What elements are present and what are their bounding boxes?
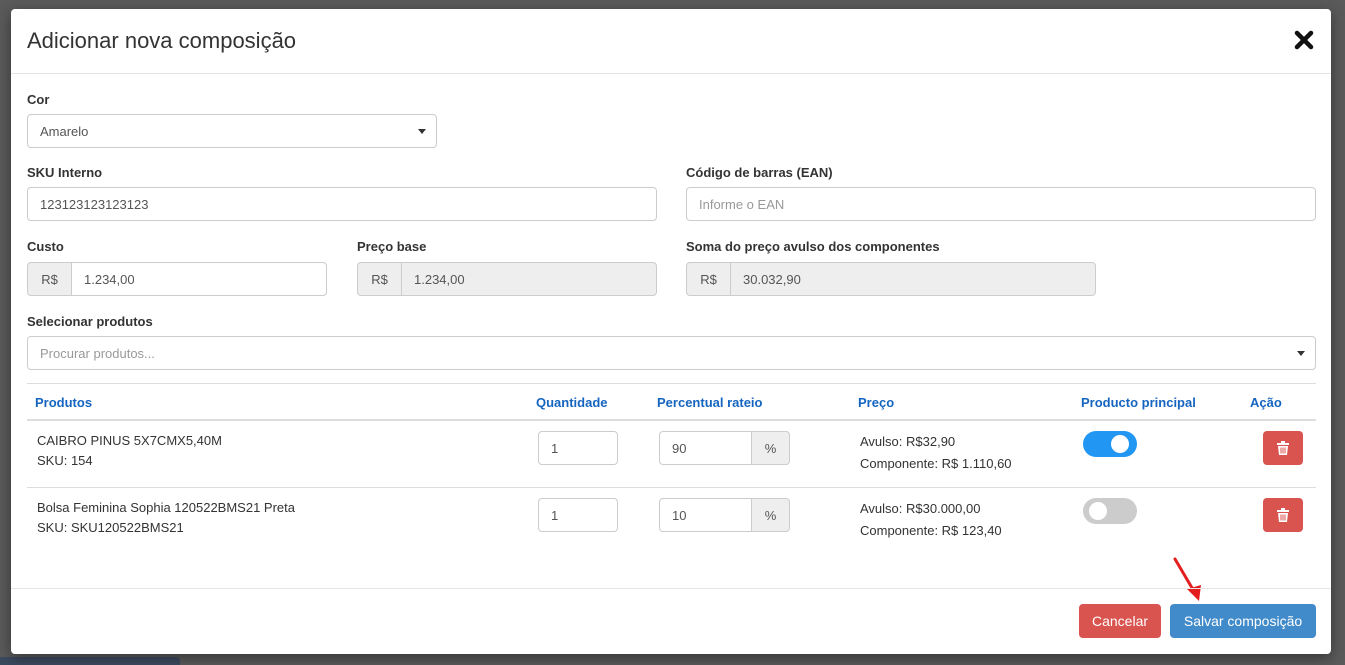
th-quantidade: Quantidade <box>536 395 608 410</box>
produtos-search-select[interactable]: Procurar produtos... <box>27 336 1316 370</box>
composition-modal: Adicionar nova composição Cor Amarelo SK… <box>11 9 1331 654</box>
percentual-input[interactable]: 90 <box>659 431 752 465</box>
principal-toggle[interactable] <box>1083 431 1137 457</box>
percentual-input-group[interactable]: 10 % <box>659 498 790 532</box>
row-price-cell: Avulso: R$30.000,00 Componente: R$ 123,4… <box>860 498 1002 542</box>
product-sku: SKU: SKU120522BMS21 <box>37 520 184 535</box>
toggle-knob <box>1111 435 1129 453</box>
chevron-down-icon <box>418 129 426 134</box>
modal-footer: Cancelar Salvar composição <box>11 588 1331 654</box>
row-product-cell: Bolsa Feminina Sophia 120522BMS21 Preta … <box>37 498 295 538</box>
custo-input[interactable]: 1.234,00 <box>71 262 327 296</box>
th-produtos: Produtos <box>35 395 93 410</box>
produtos-label: Selecionar produtos <box>27 314 153 329</box>
table-row: Bolsa Feminina Sophia 120522BMS21 Preta … <box>27 488 1316 555</box>
trash-icon <box>1277 441 1289 455</box>
custo-label: Custo <box>27 239 64 254</box>
cor-select-value: Amarelo <box>40 123 89 139</box>
save-composition-button[interactable]: Salvar composição <box>1170 604 1316 638</box>
sku-input[interactable]: 123123123123123 <box>27 187 657 221</box>
product-name: CAIBRO PINUS 5X7CMX5,40M <box>37 433 222 448</box>
components-table: Produtos Quantidade Percentual rateio Pr… <box>27 383 1316 555</box>
soma-currency-addon: R$ <box>686 262 730 296</box>
custo-currency-addon: R$ <box>27 262 71 296</box>
custo-input-group[interactable]: R$ 1.234,00 <box>27 262 327 296</box>
soma-input: 30.032,90 <box>730 262 1096 296</box>
delete-button[interactable] <box>1263 498 1303 532</box>
product-sku: SKU: 154 <box>37 453 93 468</box>
percent-addon: % <box>752 431 790 465</box>
cor-label: Cor <box>27 92 50 107</box>
close-icon[interactable] <box>1293 29 1315 51</box>
cancel-button[interactable]: Cancelar <box>1079 604 1161 638</box>
delete-button[interactable] <box>1263 431 1303 465</box>
quantity-input[interactable]: 1 <box>538 498 618 532</box>
percent-addon: % <box>752 498 790 532</box>
preco-base-input-group: R$ 1.234,00 <box>357 262 657 296</box>
price-avulso: Avulso: R$32,90 <box>860 434 956 449</box>
cor-select[interactable]: Amarelo <box>27 114 437 148</box>
th-preco: Preço <box>858 395 895 410</box>
soma-input-group: R$ 30.032,90 <box>686 262 1096 296</box>
table-header: Produtos Quantidade Percentual rateio Pr… <box>27 383 1316 421</box>
modal-header: Adicionar nova composição <box>11 9 1331 74</box>
ean-label: Código de barras (EAN) <box>686 165 833 180</box>
preco-base-currency-addon: R$ <box>357 262 401 296</box>
percentual-input[interactable]: 10 <box>659 498 752 532</box>
sku-label: SKU Interno <box>27 165 103 180</box>
modal-title: Adicionar nova composição <box>27 28 297 53</box>
table-row: CAIBRO PINUS 5X7CMX5,40M SKU: 154 1 90 %… <box>27 421 1316 488</box>
row-price-cell: Avulso: R$32,90 Componente: R$ 1.110,60 <box>860 431 1012 475</box>
chevron-down-icon <box>1297 351 1305 356</box>
row-product-cell: CAIBRO PINUS 5X7CMX5,40M SKU: 154 <box>37 431 222 471</box>
quantity-input[interactable]: 1 <box>538 431 618 465</box>
soma-label: Soma do preço avulso dos componentes <box>686 239 940 254</box>
th-percentual: Percentual rateio <box>657 395 763 410</box>
price-componente: Componente: R$ 123,40 <box>860 523 1002 538</box>
trash-icon <box>1277 508 1289 522</box>
ean-input[interactable]: Informe o EAN <box>686 187 1316 221</box>
th-principal: Producto principal <box>1081 395 1196 410</box>
price-avulso: Avulso: R$30.000,00 <box>860 501 981 516</box>
product-name: Bolsa Feminina Sophia 120522BMS21 Preta <box>37 500 295 515</box>
principal-toggle[interactable] <box>1083 498 1137 524</box>
toggle-knob <box>1089 502 1107 520</box>
sku-input-value: 123123123123123 <box>40 196 149 212</box>
produtos-search-placeholder: Procurar produtos... <box>40 345 155 361</box>
th-acao: Ação <box>1250 395 1282 410</box>
percentual-input-group[interactable]: 90 % <box>659 431 790 465</box>
preco-base-label: Preço base <box>357 239 427 254</box>
preco-base-input: 1.234,00 <box>401 262 657 296</box>
ean-placeholder: Informe o EAN <box>699 196 785 212</box>
background-footer-bar <box>0 657 180 665</box>
price-componente: Componente: R$ 1.110,60 <box>860 456 1012 471</box>
